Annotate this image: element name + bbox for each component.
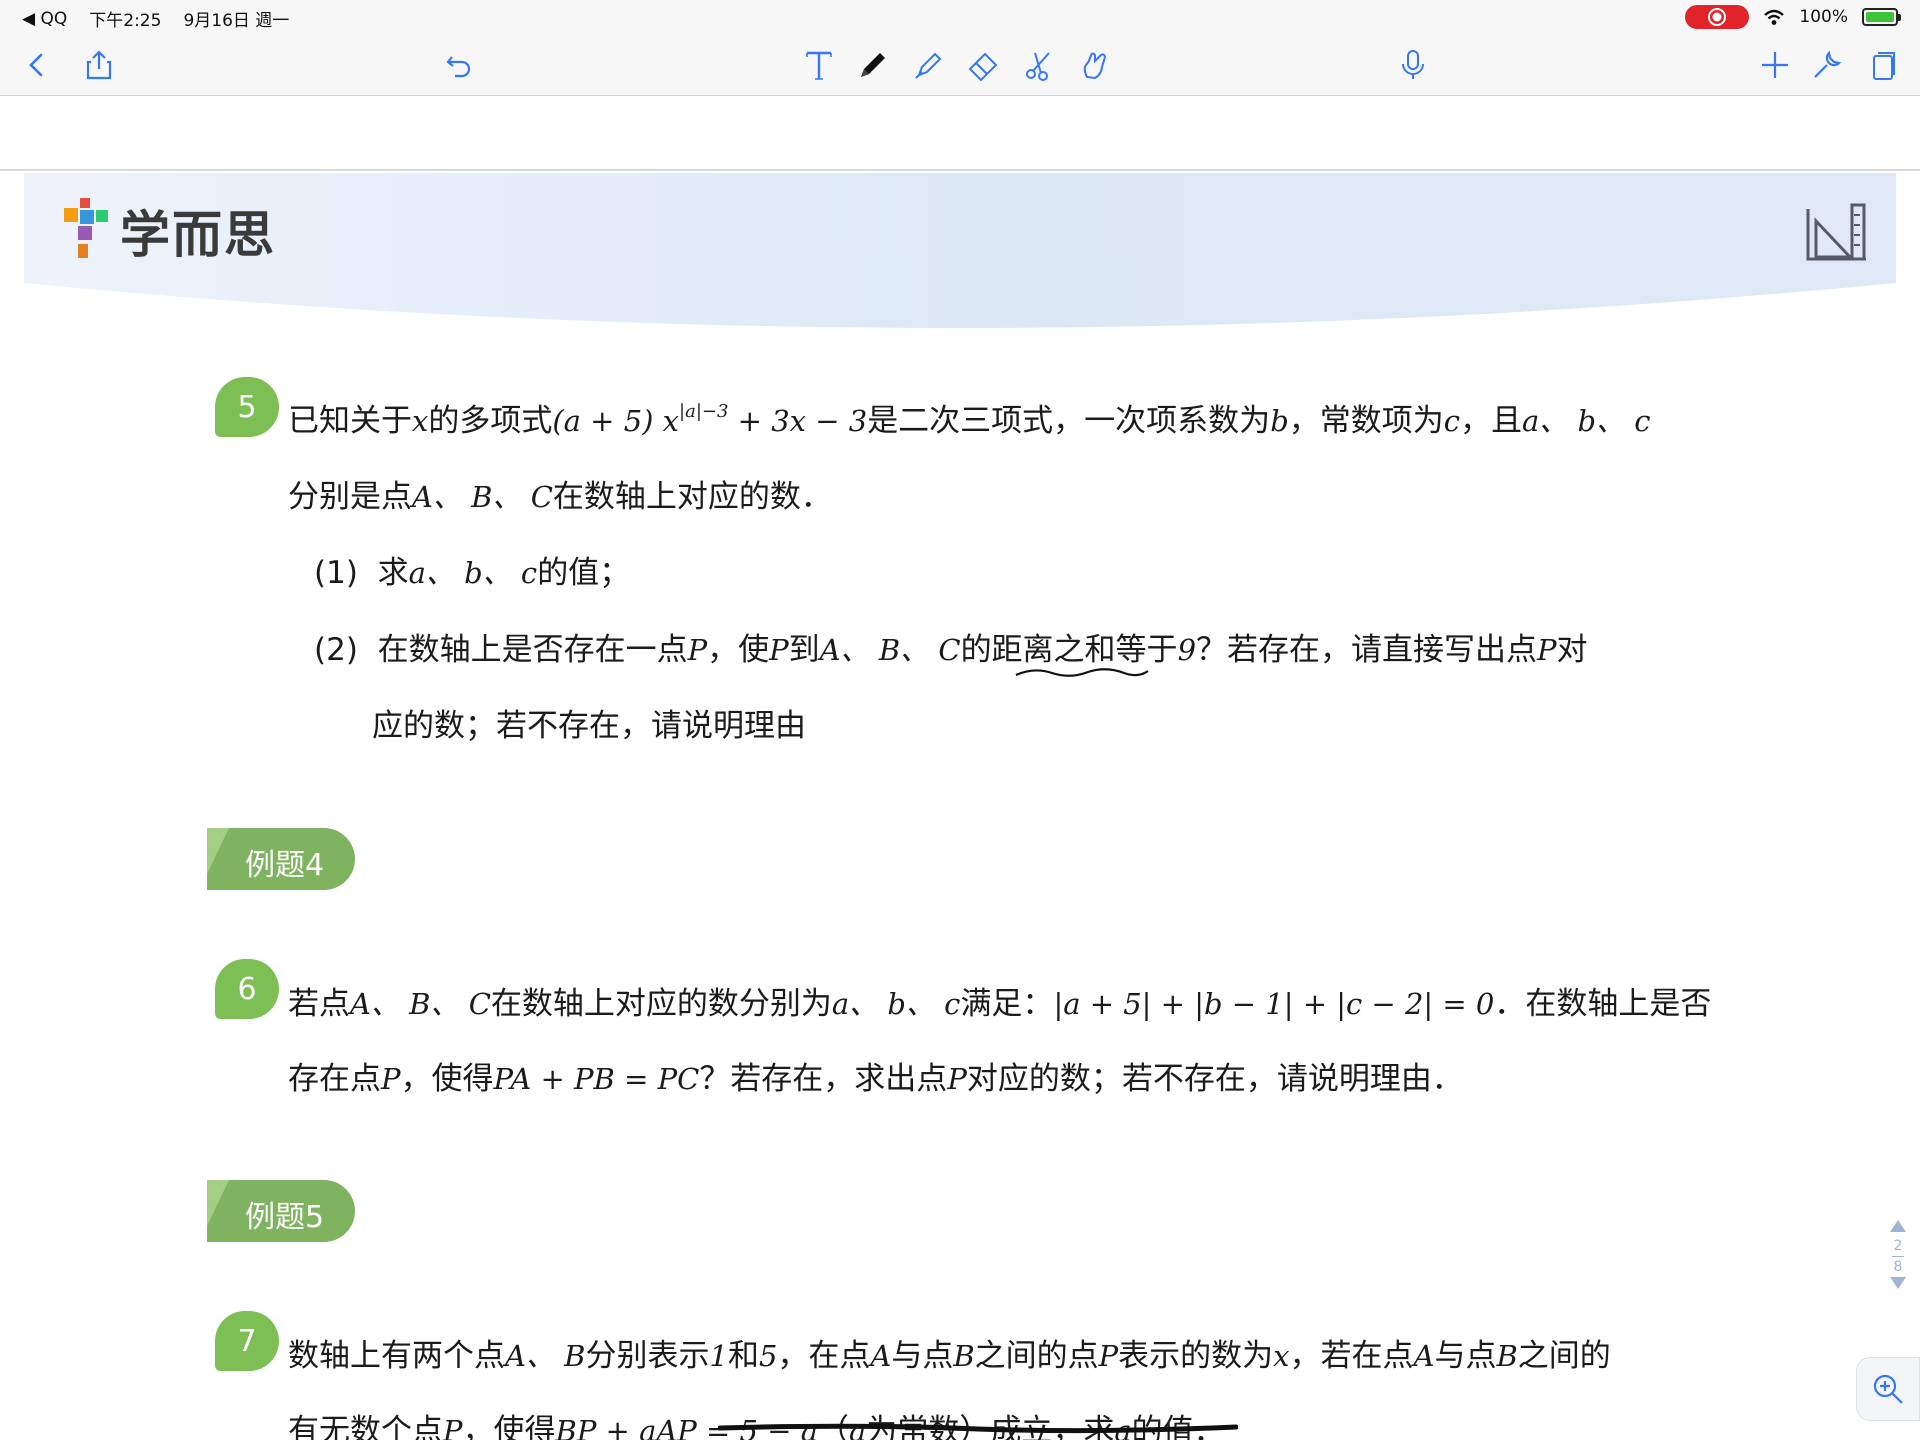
- page-down-icon[interactable]: [1888, 1275, 1908, 1291]
- battery-icon: [1862, 8, 1901, 26]
- handwritten-strikethrough-mark: [718, 1423, 1238, 1434]
- back-icon[interactable]: [14, 42, 60, 88]
- document-page[interactable]: 学而思 5 已知关于x的多项式(a + 5) x|a|−3 + 3x − 3是二…: [0, 173, 1920, 1440]
- hand-icon[interactable]: [1072, 42, 1118, 88]
- wrench-icon[interactable]: [1804, 42, 1850, 88]
- scissors-icon[interactable]: [1016, 42, 1062, 88]
- question-5-sub-2-cont: 应的数；若不存在，请说明理由: [372, 708, 806, 744]
- zoom-in-icon: [1873, 1374, 1903, 1404]
- status-time: 下午2:25: [89, 11, 162, 31]
- pen-tool-icon[interactable]: [850, 42, 896, 88]
- add-icon[interactable]: [1752, 42, 1798, 88]
- wifi-icon: [1764, 9, 1785, 25]
- question-6-line-1: 若点A、 B、 C在数轴上对应的数分别为a、 b、 c满足：|a + 5| + …: [288, 986, 1712, 1022]
- page-scroll-indicator[interactable]: 2 8: [1886, 1218, 1910, 1312]
- question-number-badge: 6: [215, 959, 279, 1019]
- screen-recording-indicator[interactable]: [1685, 5, 1750, 29]
- share-icon[interactable]: [76, 42, 122, 88]
- set-square-ruler-icon: [1806, 203, 1866, 261]
- toolbar: [0, 34, 1920, 96]
- question-5-line-2: 分别是点A、 B、 C在数轴上对应的数．: [288, 479, 832, 515]
- microphone-icon[interactable]: [1390, 42, 1436, 88]
- brand-logo: 学而思: [62, 195, 276, 267]
- current-page-number: 2: [1893, 1238, 1903, 1254]
- highlighter-icon[interactable]: [906, 42, 952, 88]
- status-date: 9月16日 週一: [183, 11, 290, 31]
- handwritten-underline-mark: [1015, 668, 1149, 677]
- canvas-margin-strip: [0, 97, 1920, 171]
- text-tool-icon[interactable]: [796, 42, 842, 88]
- undo-icon[interactable]: [436, 42, 482, 88]
- zoom-in-button[interactable]: [1856, 1357, 1920, 1421]
- battery-percent: 100%: [1799, 7, 1848, 27]
- back-to-app-link[interactable]: ◀ QQ: [22, 9, 67, 29]
- question-6-line-2: 存在点P，使得PA + PB = PC？若存在，求出点P对应的数；若不存在，请说…: [288, 1061, 1463, 1097]
- pages-icon[interactable]: [1860, 42, 1906, 88]
- example-5-tag: 例题5: [207, 1180, 355, 1242]
- question-number-badge: 5: [215, 377, 279, 437]
- question-number-badge: 7: [215, 1311, 279, 1371]
- question-5-line-1: 已知关于x的多项式(a + 5) x|a|−3 + 3x − 3是二次三项式，一…: [288, 401, 1651, 439]
- record-icon: [1708, 8, 1727, 26]
- status-bar: ◀ QQ 下午2:25 9月16日 週一 100%: [0, 0, 1920, 34]
- eraser-icon[interactable]: [960, 42, 1006, 88]
- question-5-sub-1: (1) 求a、 b、 c的值；: [314, 555, 631, 591]
- example-4-label: 例题4: [245, 848, 325, 883]
- brand-logo-icon: [64, 198, 108, 258]
- question-7-line-1: 数轴上有两个点A、 B分别表示1和5，在点A与点B之间的点P表示的数为x，若在点…: [288, 1338, 1611, 1374]
- example-4-tag: 例题4: [207, 828, 355, 890]
- example-5-label: 例题5: [245, 1200, 325, 1235]
- page-header-banner: 学而思: [24, 173, 1896, 343]
- total-page-number: 8: [1893, 1259, 1903, 1275]
- question-5-sub-2: (2) 在数轴上是否存在一点P，使P到A、 B、 C的距离之和等于9？若存在，请…: [314, 632, 1588, 668]
- page-up-icon[interactable]: [1888, 1218, 1908, 1234]
- brand-logo-text: 学而思: [120, 206, 276, 264]
